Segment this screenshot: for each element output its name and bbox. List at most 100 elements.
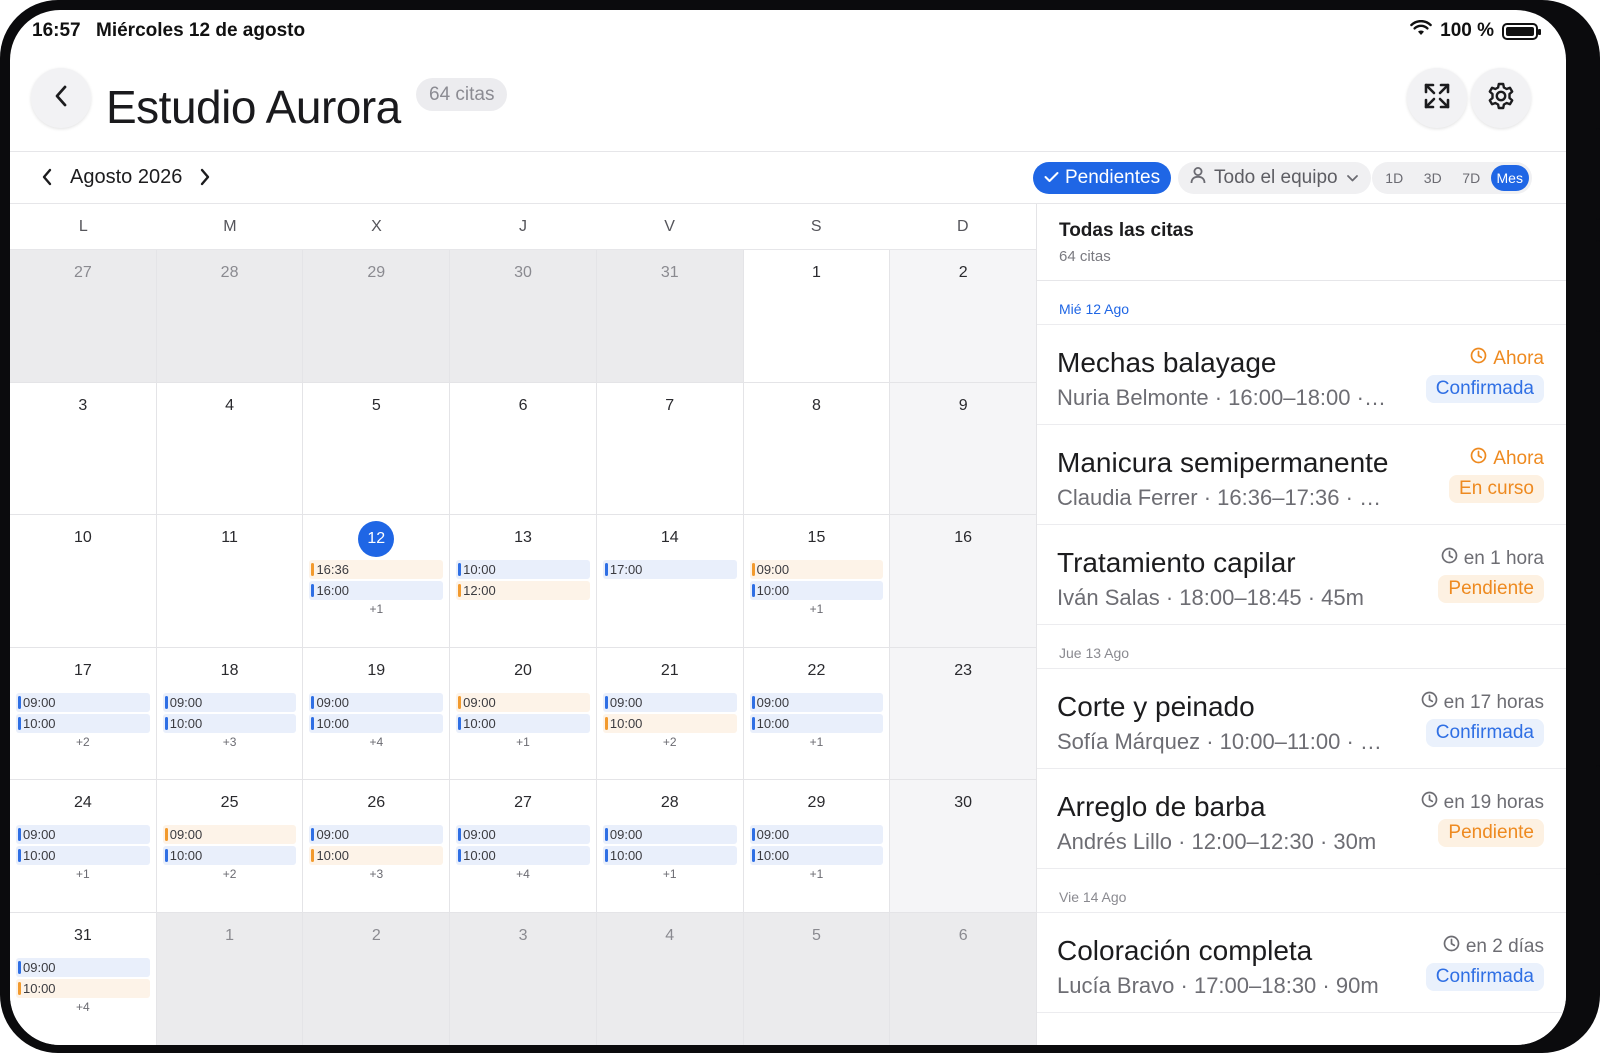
day-cell[interactable]: 4: [156, 382, 304, 516]
event-chip[interactable]: 09:00: [16, 957, 150, 977]
more-events-link[interactable]: +2: [16, 735, 150, 749]
day-cell[interactable]: 25 09:00 10:00 +2: [156, 780, 304, 913]
more-events-link[interactable]: +3: [163, 735, 297, 749]
day-cell[interactable]: 18 09:00 10:00 +3: [156, 647, 304, 781]
day-cell[interactable]: 2: [303, 912, 451, 1045]
day-cell[interactable]: 28: [156, 250, 304, 383]
event-chip[interactable]: 12:00: [456, 581, 590, 601]
day-cell[interactable]: 29 09:00 10:00 +1: [743, 780, 891, 913]
day-cell[interactable]: 29: [303, 250, 451, 383]
day-cell[interactable]: 6: [890, 912, 1037, 1045]
appointment-item[interactable]: Corte y peinado Sofía Márquez · 10:00–11:…: [1037, 669, 1566, 769]
day-cell[interactable]: 12 16:36 16:00 +1: [303, 515, 451, 648]
day-cell[interactable]: 23: [890, 647, 1037, 781]
event-chip[interactable]: 10:00: [749, 581, 884, 601]
event-chip[interactable]: 10:00: [309, 713, 444, 733]
view-option-month[interactable]: Mes: [1490, 165, 1529, 191]
more-events-link[interactable]: +4: [16, 1000, 150, 1014]
appointment-item[interactable]: Arreglo de barba Andrés Lillo · 12:00–12:…: [1037, 769, 1566, 869]
event-chip[interactable]: 09:00: [162, 692, 297, 712]
day-cell[interactable]: 20 09:00 10:00 +1: [450, 647, 597, 781]
day-cell[interactable]: 27: [10, 250, 157, 383]
day-cell[interactable]: 27 09:00 10:00 +4: [450, 780, 597, 913]
event-chip[interactable]: 10:00: [162, 713, 297, 733]
day-cell[interactable]: 19 09:00 10:00 +4: [303, 647, 451, 781]
day-cell[interactable]: 3: [10, 382, 157, 516]
day-cell[interactable]: 28 09:00 10:00 +1: [596, 780, 744, 913]
view-option-3d[interactable]: 3D: [1414, 165, 1453, 191]
day-cell[interactable]: 5: [303, 382, 451, 516]
event-chip[interactable]: 09:00: [456, 692, 590, 712]
day-cell[interactable]: 11: [156, 515, 304, 648]
day-cell[interactable]: 9: [890, 382, 1037, 516]
event-chip[interactable]: 10:00: [749, 713, 884, 733]
event-chip[interactable]: 10:00: [309, 846, 444, 866]
event-chip[interactable]: 09:00: [749, 560, 884, 580]
appointment-item[interactable]: Mechas balayage Nuria Belmonte · 16:00–18…: [1037, 325, 1566, 425]
day-cell[interactable]: 1: [743, 250, 891, 383]
event-chip[interactable]: 16:00: [309, 581, 444, 601]
more-events-link[interactable]: +1: [603, 867, 737, 881]
more-events-link[interactable]: +1: [309, 602, 443, 616]
day-cell[interactable]: 17 09:00 10:00 +2: [10, 647, 157, 781]
previous-month-button[interactable]: [36, 164, 58, 190]
day-cell[interactable]: 26 09:00 10:00 +3: [303, 780, 451, 913]
event-chip[interactable]: 17:00: [602, 560, 737, 580]
event-chip[interactable]: 09:00: [456, 825, 590, 845]
event-chip[interactable]: 10:00: [456, 713, 590, 733]
day-cell[interactable]: 4: [596, 912, 744, 1045]
day-cell[interactable]: 14 17:00: [596, 515, 744, 648]
more-events-link[interactable]: +4: [456, 867, 590, 881]
more-events-link[interactable]: +1: [16, 867, 150, 881]
event-chip[interactable]: 09:00: [602, 825, 737, 845]
more-events-link[interactable]: +1: [750, 602, 884, 616]
event-chip[interactable]: 10:00: [16, 846, 150, 866]
event-chip[interactable]: 09:00: [309, 825, 444, 845]
event-chip[interactable]: 16:36: [309, 560, 444, 580]
day-cell[interactable]: 30: [450, 250, 597, 383]
event-chip[interactable]: 09:00: [16, 692, 150, 712]
day-cell[interactable]: 6: [450, 382, 597, 516]
expand-button[interactable]: [1407, 68, 1467, 128]
day-cell[interactable]: 3: [450, 912, 597, 1045]
day-cell[interactable]: 10: [10, 515, 157, 648]
more-events-link[interactable]: +2: [163, 867, 297, 881]
appointment-item[interactable]: Coloración completa Lucía Bravo · 17:00–1…: [1037, 913, 1566, 1013]
event-chip[interactable]: 09:00: [749, 825, 884, 845]
event-chip[interactable]: 10:00: [602, 713, 737, 733]
day-cell[interactable]: 2: [890, 250, 1037, 383]
event-chip[interactable]: 10:00: [456, 846, 590, 866]
more-events-link[interactable]: +1: [750, 735, 884, 749]
day-cell[interactable]: 30: [890, 780, 1037, 913]
appointment-item[interactable]: Tratamiento capilar Iván Salas · 18:00–18…: [1037, 525, 1566, 625]
day-cell[interactable]: 15 09:00 10:00 +1: [743, 515, 891, 648]
day-cell[interactable]: 16: [890, 515, 1037, 648]
day-cell[interactable]: 31 09:00 10:00 +4: [10, 912, 157, 1045]
event-chip[interactable]: 10:00: [162, 846, 297, 866]
day-cell[interactable]: 13 10:00 12:00: [450, 515, 597, 648]
back-button[interactable]: [31, 68, 91, 128]
event-chip[interactable]: 09:00: [602, 692, 737, 712]
next-month-button[interactable]: [194, 164, 216, 190]
view-option-7d[interactable]: 7D: [1452, 165, 1491, 191]
day-cell[interactable]: 8: [743, 382, 891, 516]
more-events-link[interactable]: +1: [750, 867, 884, 881]
day-cell[interactable]: 1: [156, 912, 304, 1045]
day-cell[interactable]: 21 09:00 10:00 +2: [596, 647, 744, 781]
event-chip[interactable]: 10:00: [16, 978, 150, 998]
day-cell[interactable]: 31: [596, 250, 744, 383]
settings-button[interactable]: [1471, 68, 1531, 128]
event-chip[interactable]: 10:00: [456, 560, 590, 580]
event-chip[interactable]: 10:00: [749, 846, 884, 866]
team-filter-dropdown[interactable]: Todo el equipo: [1178, 162, 1371, 194]
event-chip[interactable]: 09:00: [309, 692, 444, 712]
day-cell[interactable]: 7: [596, 382, 744, 516]
day-cell[interactable]: 24 09:00 10:00 +1: [10, 780, 157, 913]
more-events-link[interactable]: +1: [456, 735, 590, 749]
event-chip[interactable]: 09:00: [749, 692, 884, 712]
view-option-1d[interactable]: 1D: [1375, 165, 1414, 191]
day-cell[interactable]: 5: [743, 912, 891, 1045]
event-chip[interactable]: 09:00: [16, 825, 150, 845]
more-events-link[interactable]: +4: [309, 735, 443, 749]
event-chip[interactable]: 09:00: [162, 825, 297, 845]
